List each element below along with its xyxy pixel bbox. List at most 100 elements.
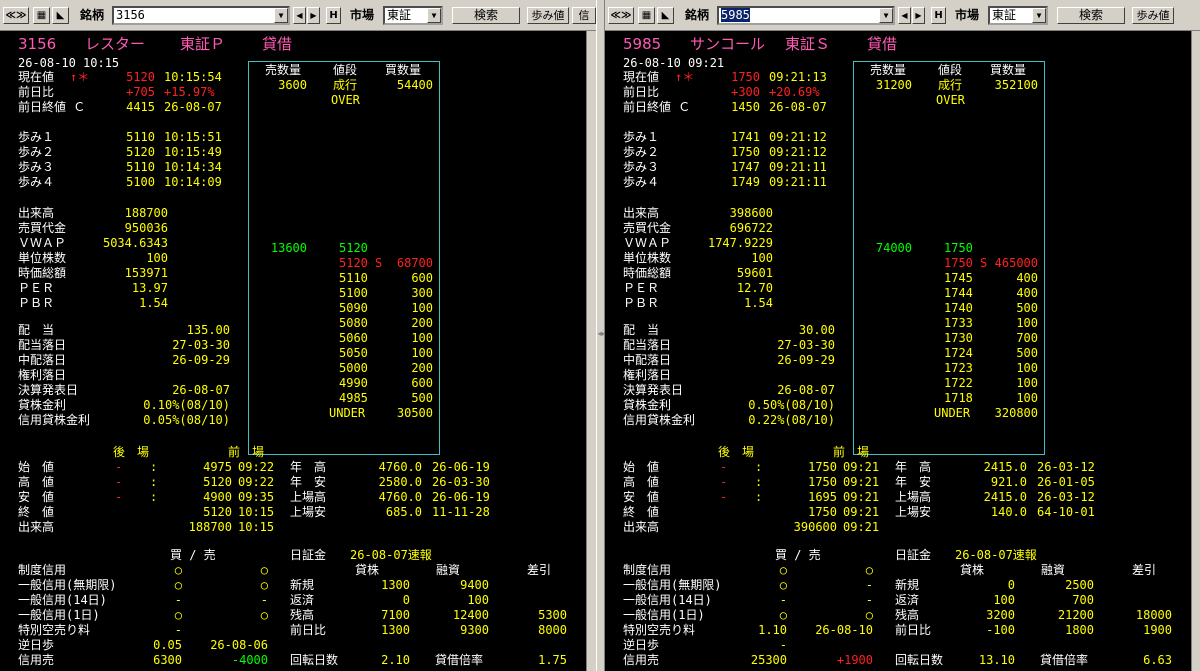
yearly-date: 26-06-19 (432, 460, 490, 474)
credit-label2: 前日比 (895, 623, 932, 637)
credit-header: 買 / 売 (775, 548, 821, 562)
dividend-label: 中配落日 (18, 353, 67, 367)
ayumi-button[interactable]: 歩み値 (1132, 7, 1174, 24)
credit-v2: 1800 (1065, 623, 1094, 637)
bid-price: 1723 (944, 361, 973, 375)
meigara-label: 銘柄 (685, 8, 710, 22)
bid-price: 1722 (944, 376, 973, 390)
bid-qty: 500 (411, 391, 433, 405)
prev-arrow-icon[interactable]: ◀ (898, 7, 911, 24)
code-dropdown-icon[interactable]: ▼ (274, 8, 288, 23)
pin-icon[interactable]: ◣ (52, 7, 69, 24)
stock-code-value[interactable]: 3156 (116, 8, 145, 22)
credit-sell: 26-08-10 (815, 623, 873, 637)
dividend-label: 信用貸株金利 (623, 413, 696, 427)
stock-name: レスター (85, 35, 146, 53)
vertical-scrollbar[interactable] (1191, 31, 1200, 671)
session-before-time: 09:21 (843, 475, 880, 489)
current-price: 5120 (126, 70, 155, 84)
board-header-sell: 売数量 (265, 63, 302, 77)
ayumi-button[interactable]: 歩み値 (527, 7, 569, 24)
market-select[interactable]: 東証 ▼ (383, 6, 443, 25)
bid-price: 5050 (339, 346, 368, 360)
credit-v1: 0 (402, 593, 410, 607)
session-after-time: : (150, 460, 158, 474)
chart-icon[interactable]: ▦ (638, 7, 655, 24)
search-button[interactable]: 検索 (452, 7, 520, 24)
pin-icon[interactable]: ◣ (657, 7, 674, 24)
bid-qty: 500 (1016, 346, 1038, 360)
yearly-value: 2580.0 (378, 475, 422, 489)
next-arrow-icon[interactable]: ▶ (307, 7, 320, 24)
ayumi-label: 歩み２ (623, 145, 660, 159)
pane-splitter[interactable]: ◂▸ (596, 0, 606, 671)
session-after-price: - (115, 490, 123, 504)
search-button[interactable]: 検索 (1057, 7, 1125, 24)
top-sell-qty: 74000 (875, 241, 912, 255)
bid-qty: 100 (1016, 361, 1038, 375)
stat-label: 出来高 (623, 206, 660, 220)
dividend-value: 0.10%(08/10) (143, 398, 230, 412)
bid-qty: 100 (1016, 376, 1038, 390)
h-button[interactable]: H (931, 7, 946, 24)
credit-label2: 前日比 (290, 623, 327, 637)
credit-label: 制度信用 (18, 563, 67, 577)
ayumi-label: 歩み４ (623, 175, 660, 189)
session-before-price: 4975 (203, 460, 232, 474)
bid-qty: 600 (411, 376, 433, 390)
extra-button[interactable]: 信 (572, 7, 596, 24)
nav-double-chevron-icon[interactable]: ≪≫ (608, 7, 634, 24)
credit-sell: - (865, 593, 873, 607)
stat-value: 950036 (124, 221, 168, 235)
market-dropdown-icon[interactable]: ▼ (427, 8, 441, 23)
nav-double-chevron-icon[interactable]: ≪≫ (3, 7, 29, 24)
credit-v1: -100 (986, 623, 1015, 637)
stock-code-input[interactable]: 3156 ▼ (112, 6, 290, 25)
quote-panel: 5985 サンコール 東証Ｓ 貸借 26-08-10 09:21 現在値 ↑＊ 1750 09:… (605, 31, 1191, 671)
ayumi-price: 5110 (126, 160, 155, 174)
session-before-time: 09:21 (843, 460, 880, 474)
stat-value: 188700 (124, 206, 168, 220)
dividend-label: 中配落日 (623, 353, 672, 367)
session-before-price: 1695 (808, 490, 837, 504)
credit-buy: 0.05 (153, 638, 182, 652)
yearly-label: 年 安 (290, 475, 327, 489)
session-header-after: 後 場 (718, 445, 755, 459)
ayumi-time: 09:21:12 (769, 145, 827, 159)
credit-v3: 6.63 (1143, 653, 1172, 667)
credit-label: 一般信用(1日) (623, 608, 705, 622)
stock-name: サンコール (690, 35, 766, 53)
datetime: 26-08-10 09:21 (623, 56, 725, 70)
board-header-buy: 買数量 (385, 63, 422, 77)
yearly-label: 上場高 (895, 490, 932, 504)
under-label: UNDER (934, 406, 971, 420)
stock-code-input[interactable]: 5985 ▼ (717, 6, 895, 25)
code-dropdown-icon[interactable]: ▼ (879, 8, 893, 23)
credit-label: 制度信用 (623, 563, 672, 577)
credit-label2: 回転日数 (895, 653, 944, 667)
h-button[interactable]: H (326, 7, 341, 24)
credit-v3: 1.75 (538, 653, 567, 667)
market-value[interactable]: 東証 (387, 8, 411, 22)
col-kashikabu: 貸株 (960, 563, 985, 577)
stock-code-value[interactable]: 5985 (721, 8, 750, 22)
market-dropdown-icon[interactable]: ▼ (1032, 8, 1046, 23)
current-mark: ↑＊ (675, 70, 695, 84)
stat-label: ＰＢＲ (18, 296, 55, 310)
stat-value: 100 (751, 251, 773, 265)
session-after-price: - (115, 475, 123, 489)
chart-icon[interactable]: ▦ (33, 7, 50, 24)
dividend-label: 貸株金利 (18, 398, 67, 412)
market-select[interactable]: 東証 ▼ (988, 6, 1048, 25)
prev-arrow-icon[interactable]: ◀ (293, 7, 306, 24)
dividend-value: 26-08-07 (777, 383, 835, 397)
yearly-value: 2415.0 (983, 490, 1027, 504)
session-before-price: 5120 (203, 505, 232, 519)
vertical-scrollbar[interactable] (586, 31, 596, 671)
market-value[interactable]: 東証 (992, 8, 1016, 22)
dividend-value: 0.05%(08/10) (143, 413, 230, 427)
over-label: OVER (936, 93, 965, 107)
next-arrow-icon[interactable]: ▶ (912, 7, 925, 24)
change-label: 前日比 (18, 85, 55, 99)
stat-label: ＶＷＡＰ (623, 236, 672, 250)
